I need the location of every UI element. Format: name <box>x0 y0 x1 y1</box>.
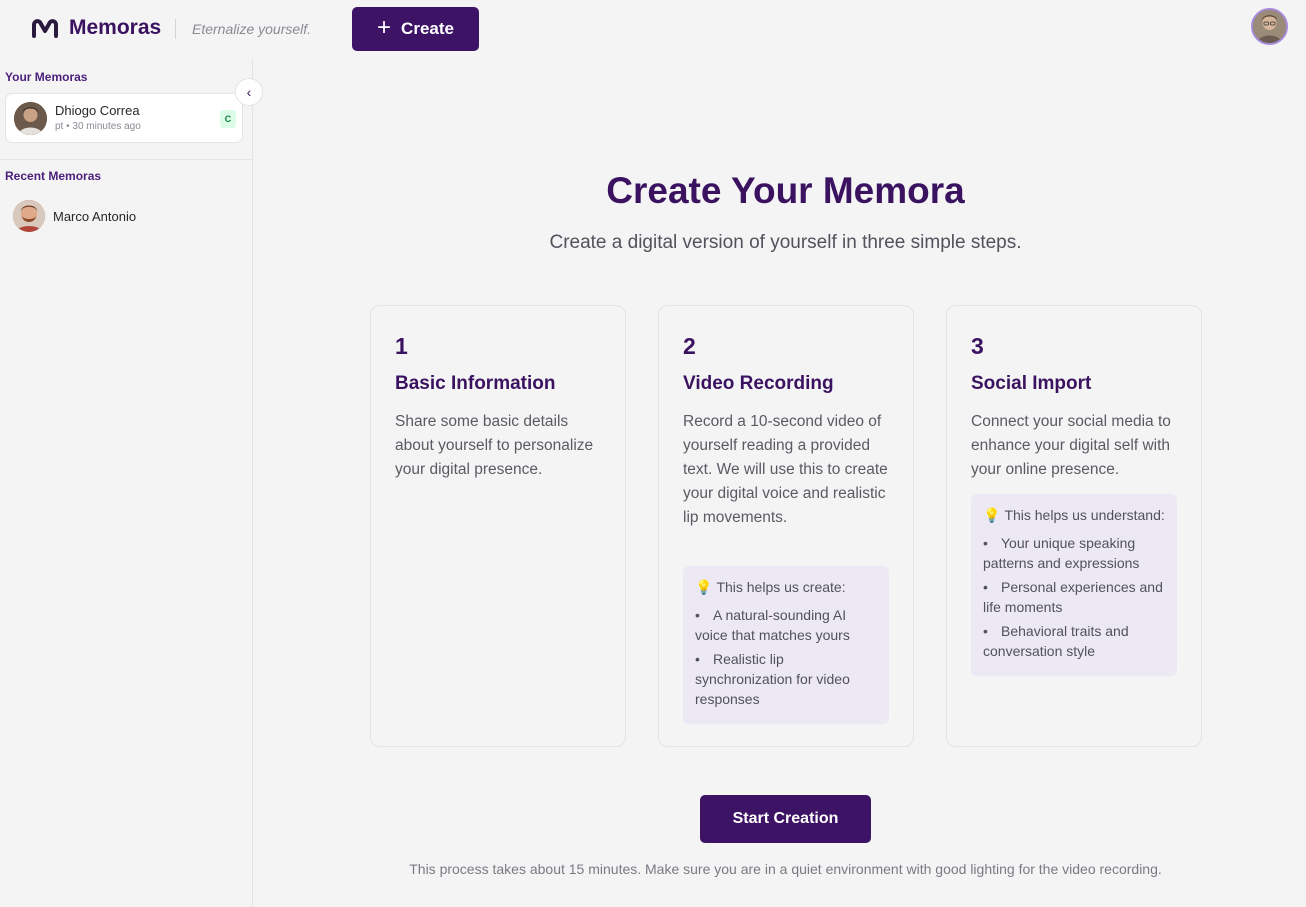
avatar <box>13 200 45 232</box>
recent-memoras-title: Recent Memoras <box>5 169 102 183</box>
brand-name[interactable]: Memoras <box>69 16 161 40</box>
your-memoras-title: Your Memoras <box>5 70 88 84</box>
step-number: 3 <box>971 333 984 359</box>
collapse-sidebar-button[interactable]: ‹ <box>235 78 263 106</box>
list-item: Behavioral traits and conversation style <box>983 621 1165 661</box>
user-avatar[interactable] <box>1251 8 1288 45</box>
recent-item-label: Marco Antonio <box>53 209 137 224</box>
memoras-logo-icon[interactable] <box>31 17 59 39</box>
info-box: 💡This helps us understand: Your unique s… <box>971 494 1177 676</box>
status-badge: C <box>220 110 236 128</box>
info-heading-text: This helps us create: <box>716 579 846 595</box>
chevron-left-icon: ‹ <box>246 84 252 100</box>
page-title: Create Your Memora <box>606 170 965 211</box>
lightbulb-icon: 💡 <box>983 507 1001 523</box>
memora-name: Dhiogo Correa <box>55 103 140 118</box>
recent-item-marco-antonio[interactable]: Marco Antonio <box>13 200 243 232</box>
memora-meta: pt • 30 minutes ago <box>55 121 141 132</box>
top-bar: Memoras Eternalize yourself. + Create <box>0 0 1306 58</box>
header-divider <box>175 19 176 39</box>
step-title: Basic Information <box>395 373 556 394</box>
memora-card-dhiogo-correa[interactable]: Dhiogo Correa pt • 30 minutes ago C <box>5 93 243 143</box>
info-list: Your unique speaking patterns and expres… <box>983 533 1165 661</box>
list-item: Personal experiences and life moments <box>983 577 1165 617</box>
footnote: This process takes about 15 minutes. Mak… <box>409 861 1162 877</box>
step-description: Share some basic details about yourself … <box>395 413 594 478</box>
info-heading: 💡 This helps us create: <box>695 577 877 597</box>
step-description: Connect your social media to enhance you… <box>971 413 1171 478</box>
step-title: Social Import <box>971 373 1092 394</box>
lightbulb-icon: 💡 <box>695 579 713 595</box>
list-item: Your unique speaking patterns and expres… <box>983 533 1165 573</box>
page-subtitle: Create a digital version of yourself in … <box>549 232 1022 253</box>
plus-icon: + <box>377 14 392 41</box>
list-item: Realistic lip synchronization for video … <box>695 649 877 709</box>
step-number: 1 <box>395 333 408 359</box>
step-card-basic-information: 1 Basic Information Share some basic det… <box>370 305 626 747</box>
info-box: 💡This helps us create: A natural-soundin… <box>683 566 889 724</box>
step-card-video-recording: 2 Video Recording Record a 10-second vid… <box>658 305 914 747</box>
step-number: 2 <box>683 333 696 359</box>
tagline: Eternalize yourself. <box>192 21 312 37</box>
list-item: A natural-sounding AI voice that matches… <box>695 605 877 645</box>
sidebar-divider <box>0 159 253 160</box>
info-heading: 💡 This helps us understand: <box>983 505 1165 525</box>
info-list: A natural-sounding AI voice that matches… <box>695 605 877 709</box>
user-avatar-image <box>1253 10 1286 43</box>
create-button-label: Create <box>401 19 454 38</box>
create-button[interactable]: + Create <box>352 7 479 51</box>
step-card-social-import: 3 Social Import Connect your social medi… <box>946 305 1202 747</box>
step-title: Video Recording <box>683 373 834 394</box>
avatar <box>14 102 47 135</box>
info-heading-text: This helps us understand: <box>1004 507 1165 523</box>
sidebar: Your Memoras Dhiogo Correa pt • 30 minut… <box>0 58 263 907</box>
start-creation-button[interactable]: Start Creation <box>700 795 871 843</box>
step-description: Record a 10-second video of yourself rea… <box>683 413 888 526</box>
